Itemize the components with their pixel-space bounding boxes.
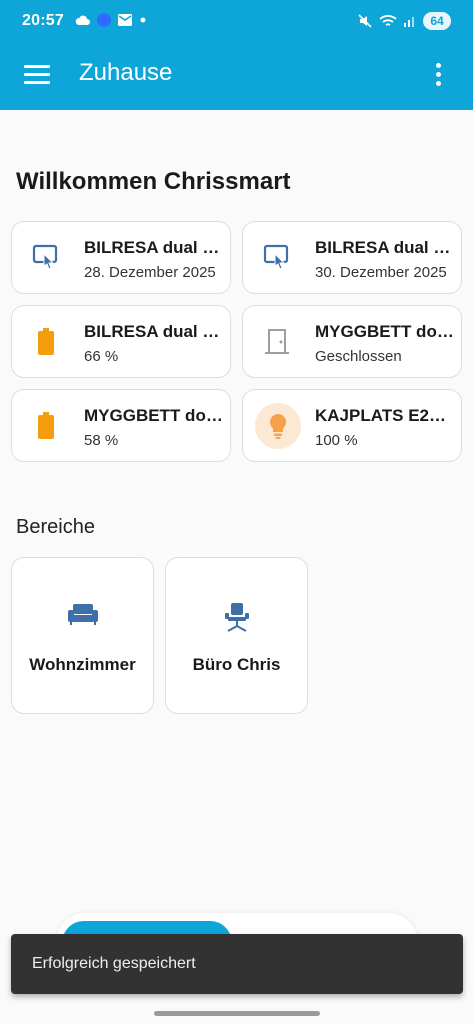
door-icon: [259, 324, 295, 360]
welcome-heading: Willkommen Chrissmart: [16, 168, 291, 195]
bulb-icon: [255, 403, 301, 449]
snackbar-message: Erfolgreich gespeichert: [32, 955, 196, 972]
entity-tile[interactable]: BILRESA dual button 30. Dezember 2025: [242, 221, 462, 294]
cloud-icon: [75, 15, 90, 25]
system-icons: 64: [357, 12, 451, 30]
office-chair-icon: [166, 602, 307, 632]
wifi-icon: [379, 15, 397, 26]
area-card-buero-chris[interactable]: Büro Chris: [165, 557, 308, 714]
notification-icons: [75, 13, 147, 27]
status-bar: 20:57 64: [0, 0, 473, 44]
app-bar: Zuhause: [0, 44, 473, 110]
tile-state: 30. Dezember 2025: [315, 264, 447, 281]
entity-tile[interactable]: BILRESA dual button 66 %: [11, 305, 231, 378]
tile-state: 58 %: [84, 432, 119, 449]
entity-tile[interactable]: MYGGBETT door sensor Geschlossen: [242, 305, 462, 378]
area-card-wohnzimmer[interactable]: Wohnzimmer: [11, 557, 154, 714]
entity-tile[interactable]: MYGGBETT door sensor 58 %: [11, 389, 231, 462]
battery-icon: [28, 408, 64, 444]
entity-tile[interactable]: BILRESA dual button 28. Dezember 2025: [11, 221, 231, 294]
tile-title: BILRESA dual button: [315, 238, 455, 257]
mute-icon: [358, 14, 372, 28]
tile-title: KAJPLATS E27 bulb: [315, 406, 455, 425]
tile-title: MYGGBETT door sensor: [84, 406, 224, 425]
tile-state: Geschlossen: [315, 348, 402, 365]
page-title: Zuhause: [79, 59, 173, 86]
remote-button-icon: [259, 240, 295, 276]
mail-icon: [118, 14, 132, 26]
snackbar: Erfolgreich gespeichert: [11, 934, 463, 994]
areas-heading: Bereiche: [16, 516, 95, 538]
status-time: 20:57: [22, 12, 64, 29]
tile-state: 28. Dezember 2025: [84, 264, 216, 281]
signal-icon: [404, 17, 414, 27]
tile-title: BILRESA dual button: [84, 238, 224, 257]
battery-indicator: 64: [423, 12, 451, 30]
battery-icon: [28, 324, 64, 360]
dot-icon: [140, 17, 146, 23]
entity-tile[interactable]: KAJPLATS E27 bulb 100 %: [242, 389, 462, 462]
tile-title: MYGGBETT door sensor: [315, 322, 455, 341]
messenger-icon: [97, 13, 111, 27]
tile-title: BILRESA dual button: [84, 322, 224, 341]
tile-state: 100 %: [315, 432, 358, 449]
tile-state: 66 %: [84, 348, 119, 365]
remote-button-icon: [28, 240, 64, 276]
menu-icon[interactable]: [24, 65, 50, 87]
home-indicator[interactable]: [154, 1011, 320, 1016]
sofa-icon: [12, 602, 153, 626]
area-label: Büro Chris: [192, 655, 281, 674]
more-options-icon[interactable]: [433, 63, 443, 91]
area-label: Wohnzimmer: [29, 655, 136, 674]
